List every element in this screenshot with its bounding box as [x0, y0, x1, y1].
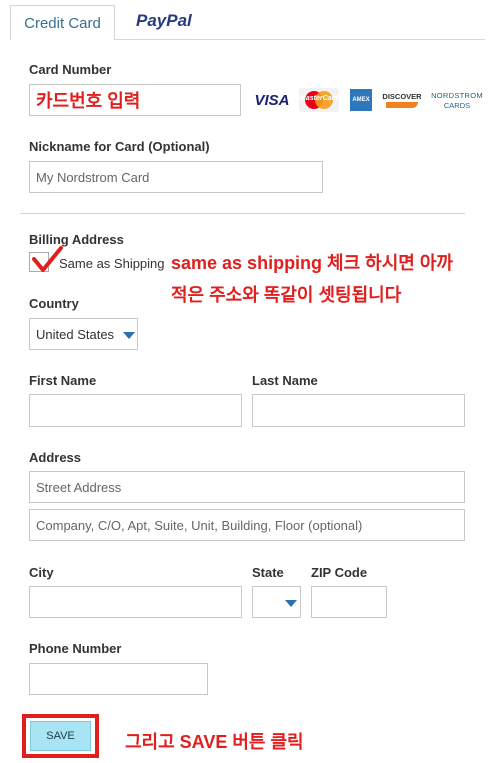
- street-address-placeholder: Street Address: [36, 479, 122, 495]
- state-label: State: [252, 565, 284, 580]
- tab-paypal[interactable]: PayPal: [136, 11, 192, 31]
- country-value: United States: [36, 326, 115, 342]
- annotation-save: 그리고 SAVE 버튼 클릭: [125, 732, 304, 752]
- annotation-shipping-line1: same as shipping 체크 하시면 아까: [171, 253, 453, 273]
- nickname-label: Nickname for Card (Optional): [29, 139, 210, 154]
- zip-code-label: ZIP Code: [311, 565, 368, 580]
- same-as-shipping-label[interactable]: Same as Shipping: [59, 256, 165, 271]
- phone-number-input[interactable]: [29, 663, 208, 695]
- first-name-label: First Name: [29, 373, 97, 388]
- annotation-shipping-line2: 적은 주소와 똑같이 셋팅됩니다: [171, 285, 402, 305]
- card-number-input[interactable]: 카드번호 입력: [29, 84, 241, 116]
- chevron-down-icon: [285, 600, 297, 607]
- address-line2-input[interactable]: Company, C/O, Apt, Suite, Unit, Building…: [29, 509, 465, 541]
- country-label: Country: [29, 296, 79, 311]
- first-name-input[interactable]: [29, 394, 242, 427]
- state-select[interactable]: [252, 586, 301, 618]
- chevron-down-icon: [123, 332, 135, 339]
- street-address-input[interactable]: Street Address: [29, 471, 465, 503]
- city-input[interactable]: [29, 586, 242, 618]
- last-name-label: Last Name: [252, 373, 318, 388]
- amex-icon: AMEX: [350, 89, 372, 111]
- section-divider: [20, 213, 465, 214]
- nordstrom-cards-icon: NORDSTROM CARDS: [431, 91, 483, 110]
- nickname-input[interactable]: My Nordstrom Card: [29, 161, 323, 193]
- card-number-value: 카드번호 입력: [36, 91, 141, 111]
- visa-icon: VISA: [254, 91, 290, 109]
- same-as-shipping-checkbox[interactable]: [29, 246, 63, 272]
- country-select[interactable]: United States: [29, 318, 138, 350]
- city-label: City: [29, 565, 54, 580]
- phone-number-label: Phone Number: [29, 641, 122, 656]
- card-number-label: Card Number: [29, 62, 112, 77]
- tab-credit-card[interactable]: Credit Card: [10, 5, 115, 41]
- discover-icon: DISCOVER: [382, 90, 422, 112]
- zip-code-input[interactable]: [311, 586, 387, 618]
- save-button[interactable]: SAVE: [30, 721, 91, 751]
- mastercard-icon: MasterCard: [299, 88, 339, 112]
- last-name-input[interactable]: [252, 394, 465, 427]
- nickname-placeholder: My Nordstrom Card: [36, 169, 150, 185]
- address-line2-placeholder: Company, C/O, Apt, Suite, Unit, Building…: [36, 517, 363, 533]
- address-label: Address: [29, 450, 82, 465]
